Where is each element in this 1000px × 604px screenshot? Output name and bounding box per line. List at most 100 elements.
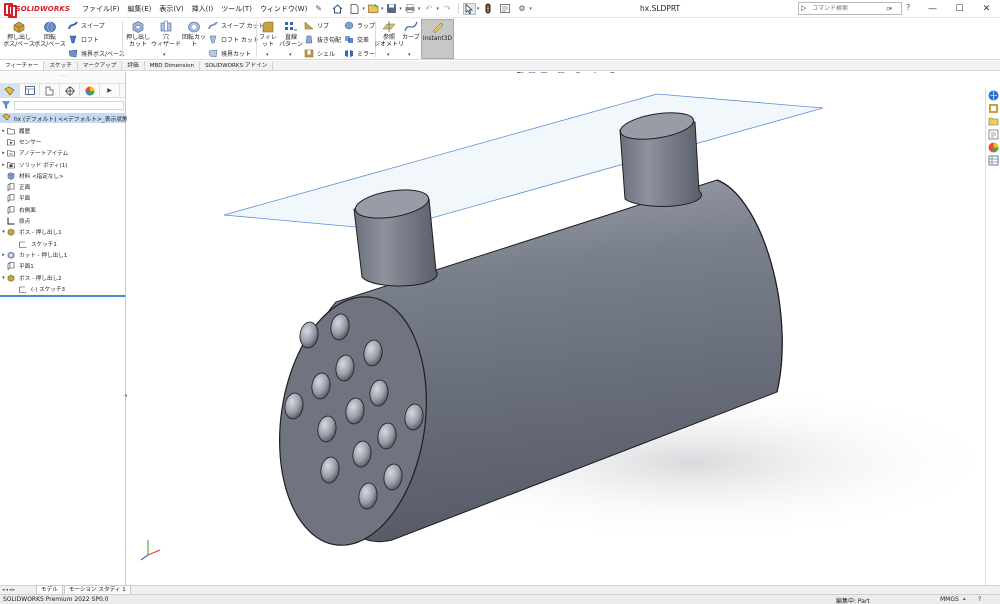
display-style-icon[interactable]: ◩ bbox=[556, 72, 566, 75]
expand-icon[interactable]: ▸ bbox=[0, 162, 7, 168]
dimxpert-tab-icon[interactable] bbox=[60, 84, 80, 97]
tab-evaluate[interactable]: 評価 bbox=[122, 61, 145, 70]
undo-icon[interactable]: ↶ bbox=[422, 3, 435, 15]
print-icon[interactable] bbox=[404, 3, 417, 15]
search-dropdown-icon[interactable]: ▾ bbox=[889, 6, 892, 12]
expand-icon[interactable]: ▾ bbox=[0, 275, 7, 281]
tree-item-history[interactable]: ▸ 履歴 bbox=[0, 125, 125, 136]
panel-tabs-more[interactable]: ▶ bbox=[100, 84, 120, 97]
menu-window[interactable]: ウィンドウ(W) bbox=[256, 4, 311, 14]
previous-view-icon[interactable]: ↺ bbox=[503, 72, 513, 75]
expand-icon[interactable]: ▾ bbox=[0, 229, 7, 235]
ref-geometry-dropdown-icon[interactable]: ▾ bbox=[387, 52, 390, 58]
view-settings-icon[interactable]: ▭ bbox=[624, 72, 634, 75]
curves-button[interactable]: カーブ bbox=[401, 20, 421, 41]
boundary-boss-button[interactable]: 境界ボス/ベース bbox=[68, 49, 125, 58]
file-explorer-icon[interactable] bbox=[988, 116, 999, 127]
tree-item-material[interactable]: 材料 <指定なし> bbox=[0, 170, 125, 181]
dynamic-annotation-icon[interactable]: ▣ bbox=[527, 72, 537, 75]
tree-item-solid-bodies[interactable]: ▸ ソリッド ボディ(1) bbox=[0, 159, 125, 170]
select-dropdown-icon[interactable]: ▾ bbox=[477, 6, 480, 12]
extrude-cut-button[interactable]: 押し出し カット bbox=[124, 20, 152, 48]
lofted-cut-button[interactable]: ロフト カット bbox=[208, 35, 259, 44]
panel-grip-icon[interactable]: ··· bbox=[60, 73, 69, 80]
feature-manager-tab-icon[interactable] bbox=[0, 84, 20, 97]
sweep-button[interactable]: スイープ bbox=[68, 21, 105, 30]
model-view[interactable] bbox=[127, 72, 984, 585]
select-icon[interactable] bbox=[462, 2, 476, 15]
menu-file[interactable]: ファイル(F) bbox=[78, 4, 124, 14]
appearances-scenes-icon[interactable] bbox=[988, 142, 999, 153]
hide-show-items-icon[interactable]: ◎ bbox=[573, 72, 583, 75]
open-folder-icon[interactable] bbox=[367, 3, 380, 15]
tree-item-cut-extrude1[interactable]: ▸ カット - 押し出し1 bbox=[0, 249, 125, 260]
options-gear-icon[interactable]: ⚙ bbox=[515, 3, 528, 15]
solidworks-logo[interactable]: SOLIDWORKS bbox=[4, 3, 70, 18]
pin-icon[interactable]: ✎ bbox=[315, 4, 323, 13]
help-button[interactable]: ? bbox=[906, 3, 910, 12]
menu-insert[interactable]: 挿入(I) bbox=[188, 4, 218, 14]
tree-item-sensors[interactable]: センサー bbox=[0, 136, 125, 147]
hole-wizard-dropdown-icon[interactable]: ▾ bbox=[163, 52, 166, 58]
tab-features[interactable]: フィーチャー bbox=[0, 61, 45, 70]
hole-wizard-button[interactable]: 穴 ウィザード bbox=[151, 20, 181, 48]
tree-item-boss-extrude1[interactable]: ▾ ボス - 押し出し1 bbox=[0, 227, 125, 238]
reference-geometry-button[interactable]: 参照 ジオメトリ bbox=[374, 20, 404, 48]
tree-filter-input[interactable] bbox=[14, 101, 124, 110]
view-triad-icon[interactable] bbox=[140, 540, 161, 561]
tab-markup[interactable]: マークアップ bbox=[78, 61, 123, 70]
apply-scene-icon[interactable]: ◑ bbox=[607, 72, 617, 75]
rollback-bar[interactable] bbox=[0, 295, 125, 297]
new-dropdown-icon[interactable]: ▾ bbox=[362, 6, 365, 12]
tree-item-right-plane[interactable]: 右側面 bbox=[0, 204, 125, 215]
solidworks-resources-icon[interactable] bbox=[988, 90, 999, 101]
draft-button[interactable]: 抜き勾配 bbox=[304, 35, 341, 44]
revolve-boss-button[interactable]: 回転 ボス/ベース bbox=[34, 20, 66, 48]
linear-pattern-button[interactable]: 直線 パターン bbox=[279, 20, 303, 48]
shell-button[interactable]: シェル bbox=[304, 49, 335, 58]
tree-item-front-plane[interactable]: 正面 bbox=[0, 181, 125, 192]
viewport-maximize-icon[interactable]: ▭ bbox=[947, 72, 957, 76]
menu-tools[interactable]: ツール(T) bbox=[217, 4, 256, 14]
maximize-button[interactable]: ☐ bbox=[946, 0, 973, 18]
tree-item-plane1[interactable]: 平面1 bbox=[0, 261, 125, 272]
expand-icon[interactable]: ▸ bbox=[0, 252, 7, 258]
view-palette-icon[interactable] bbox=[988, 129, 999, 140]
menu-view[interactable]: 表示(V) bbox=[155, 4, 187, 14]
close-button[interactable]: ✕ bbox=[973, 0, 1000, 18]
rib-button[interactable]: リブ bbox=[304, 21, 329, 30]
tree-item-sketch1[interactable]: スケッチ1 bbox=[0, 238, 125, 249]
tab-sketch[interactable]: スケッチ bbox=[44, 61, 78, 70]
command-search[interactable]: ▷ ⌕ ▾ bbox=[798, 2, 902, 15]
undo-dropdown-icon[interactable]: ▾ bbox=[436, 6, 439, 12]
graphics-area[interactable]: ⌕ ⌕ ↺ ◧ ▣ ◫ ▾ ◩ ▾ ◎ ▾ ◆ ▾ ◑ ▾ ▭ ▾ ▫ ▭ ✕ bbox=[127, 72, 984, 585]
viewport-close-icon[interactable]: ✕ bbox=[960, 72, 970, 76]
file-properties-icon[interactable] bbox=[498, 3, 511, 15]
edit-appearance-icon[interactable]: ◆ bbox=[590, 72, 600, 75]
tree-item-sketch3[interactable]: (-) スケッチ3 bbox=[0, 283, 125, 294]
tab-addins[interactable]: SOLIDWORKS アドイン bbox=[200, 61, 274, 70]
curves-dropdown-icon[interactable]: ▾ bbox=[408, 52, 411, 58]
save-icon[interactable] bbox=[385, 3, 398, 15]
fillet-button[interactable]: フィレット bbox=[257, 20, 279, 48]
tab-mbd-dimension[interactable]: MBD Dimension bbox=[145, 61, 201, 70]
revolve-cut-button[interactable]: 回転カット bbox=[180, 20, 208, 48]
fillet-dropdown-icon[interactable]: ▾ bbox=[266, 52, 269, 58]
expand-icon[interactable]: ▸ bbox=[0, 128, 7, 134]
minimize-button[interactable]: — bbox=[919, 0, 946, 18]
filter-icon[interactable] bbox=[1, 100, 11, 111]
menu-edit[interactable]: 編集(E) bbox=[124, 4, 156, 14]
tree-item-top-plane[interactable]: 平面 bbox=[0, 193, 125, 204]
rebuild-icon[interactable] bbox=[481, 3, 494, 15]
print-dropdown-icon[interactable]: ▾ bbox=[418, 6, 421, 12]
view-orientation-icon[interactable]: ◫ bbox=[539, 72, 549, 75]
design-library-icon[interactable] bbox=[988, 103, 999, 114]
display-manager-tab-icon[interactable] bbox=[80, 84, 100, 97]
configuration-manager-tab-icon[interactable] bbox=[40, 84, 60, 97]
wrap-button[interactable]: ラップ bbox=[344, 21, 375, 30]
instant3d-button[interactable]: Instant3D bbox=[421, 19, 454, 59]
expand-icon[interactable]: ▸ bbox=[0, 150, 7, 156]
tree-root-part[interactable]: hx (デフォルト) <<デフォルト>_表示状態 1> bbox=[0, 113, 138, 123]
unit-system-dropdown-icon[interactable]: ▴ bbox=[963, 596, 966, 602]
boundary-cut-button[interactable]: 境界カット bbox=[208, 49, 251, 58]
